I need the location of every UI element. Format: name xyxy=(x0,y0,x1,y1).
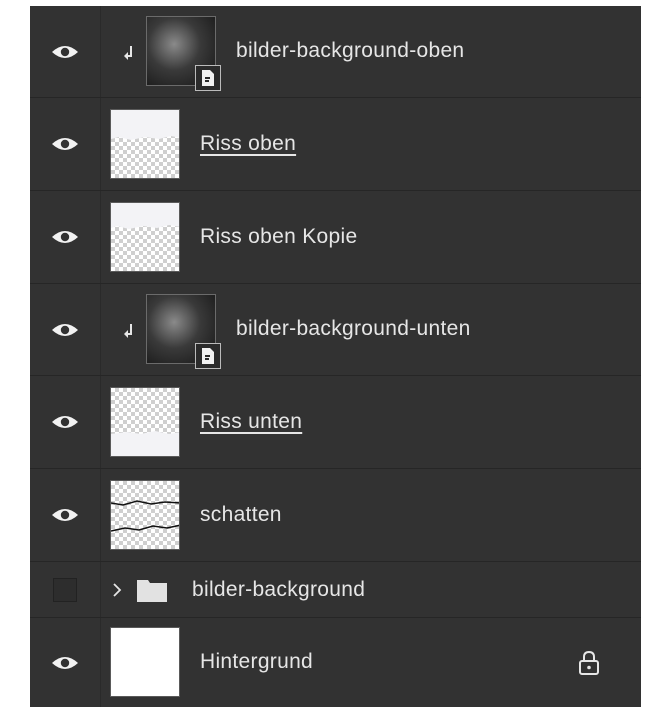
layers-panel: bilder-background-oben Riss oben Riss ob… xyxy=(30,6,641,707)
chevron-right-icon[interactable] xyxy=(110,581,124,599)
visibility-toggle[interactable] xyxy=(30,469,101,561)
visibility-toggle[interactable] xyxy=(30,191,101,283)
layer-thumbnail xyxy=(110,109,180,179)
layer-thumbnail xyxy=(110,202,180,272)
layer-name[interactable]: Hintergrund xyxy=(200,650,313,674)
lock-icon[interactable] xyxy=(577,650,601,676)
visibility-toggle[interactable] xyxy=(30,376,101,468)
eye-icon xyxy=(52,509,78,521)
visibility-toggle[interactable] xyxy=(30,98,101,190)
visibility-toggle[interactable] xyxy=(30,284,101,375)
visibility-off-box xyxy=(53,577,77,602)
visibility-toggle[interactable] xyxy=(30,618,101,707)
layer-thumbnail xyxy=(110,627,180,697)
layer-row-riss-oben-kopie[interactable]: Riss oben Kopie xyxy=(30,191,641,284)
layer-name[interactable]: Riss unten xyxy=(200,410,302,434)
layer-thumbnail xyxy=(146,16,221,91)
layer-thumbnail xyxy=(146,294,221,369)
eye-icon xyxy=(52,656,78,669)
clipping-arrow-icon xyxy=(124,46,132,60)
layer-row-riss-unten[interactable]: Riss unten xyxy=(30,376,641,469)
layer-row-schatten[interactable]: schatten xyxy=(30,469,641,562)
visibility-toggle[interactable] xyxy=(30,562,101,617)
folder-icon xyxy=(137,580,167,602)
layer-row-riss-oben[interactable]: Riss oben xyxy=(30,98,641,191)
eye-icon xyxy=(52,138,78,150)
layer-name[interactable]: bilder-background-unten xyxy=(236,317,471,341)
layer-name[interactable]: schatten xyxy=(200,503,282,527)
layer-row-bilder-background-oben[interactable]: bilder-background-oben xyxy=(30,6,641,98)
visibility-toggle[interactable] xyxy=(30,6,101,97)
smart-object-badge-icon xyxy=(195,343,221,369)
layer-row-bilder-background-group[interactable]: bilder-background xyxy=(30,562,641,618)
eye-icon xyxy=(52,45,78,58)
eye-icon xyxy=(52,416,78,428)
layer-thumbnail xyxy=(110,387,180,457)
layer-thumbnail xyxy=(110,480,180,550)
layer-row-hintergrund[interactable]: Hintergrund xyxy=(30,618,641,707)
layer-row-bilder-background-unten[interactable]: bilder-background-unten xyxy=(30,284,641,376)
layer-name[interactable]: bilder-background-oben xyxy=(236,39,464,63)
clipping-arrow-icon xyxy=(124,324,132,338)
eye-icon xyxy=(52,323,78,336)
layer-name[interactable]: Riss oben Kopie xyxy=(200,225,357,249)
eye-icon xyxy=(52,231,78,243)
layer-name[interactable]: Riss oben xyxy=(200,132,296,156)
layer-name[interactable]: bilder-background xyxy=(192,578,365,602)
smart-object-badge-icon xyxy=(195,65,221,91)
